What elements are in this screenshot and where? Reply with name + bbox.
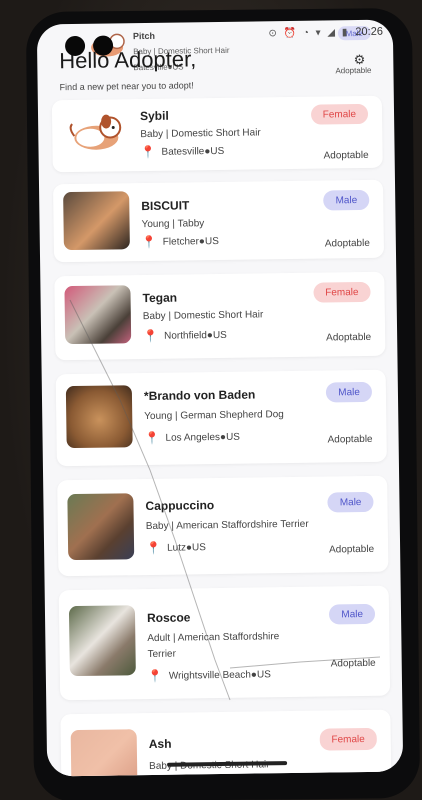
pet-name: *Brando von Baden [143, 387, 256, 404]
location-pin-icon: 📍 [140, 144, 156, 160]
list-item[interactable]: Sybil Baby | Domestic Short Hair 📍 Bates… [51, 95, 383, 173]
gender-badge: Female [310, 103, 369, 125]
location-pin-icon: 📍 [143, 328, 159, 344]
location-label: Northfield●US [164, 329, 227, 342]
pet-description: Adult | American Staffordshire [147, 631, 280, 645]
status-bar: ⊙ ⏰ ◔ ▾ ◢ ▮ 20:26 [268, 26, 383, 40]
pet-location: 📍 Wrightsville Beach●US [148, 667, 271, 683]
pet-name: Pitch [132, 30, 156, 42]
list-item[interactable]: Roscoe Adult | American Staffordshire Te… [58, 585, 391, 701]
app-screen: ⊙ ⏰ ◔ ▾ ◢ ▮ 20:26 Pitch Baby | Domestic … [36, 19, 404, 777]
front-camera-icon [64, 35, 86, 57]
page-subtitle: Find a new pet near you to adopt! [59, 80, 194, 93]
adoption-status: Adoptable [329, 543, 375, 556]
pet-location: 📍 Batesville●US [140, 144, 224, 159]
pet-name: Sybil [139, 108, 169, 124]
pet-name: BISCUIT [141, 198, 190, 214]
pet-photo [70, 729, 138, 777]
status-icons: ⊙ ⏰ ◔ ▾ ◢ ▮ [268, 26, 350, 39]
pet-location: 📍 Fletcher●US [142, 234, 219, 249]
gender-badge: Female [319, 727, 377, 751]
pet-description: Baby | Domestic Short Hair [140, 127, 261, 141]
pet-location: 📍 Los Angeles●US [144, 430, 240, 445]
gender-badge: Male [323, 189, 370, 211]
pet-description: Young | Tabby [141, 218, 205, 231]
pet-photo [65, 385, 133, 449]
location-label: Los Angeles●US [165, 431, 240, 444]
location-pin-icon: 📍 [145, 540, 162, 556]
adoption-status: Adoptable [323, 149, 369, 162]
list-item[interactable]: BISCUIT Young | Tabby 📍 Fletcher●US Male… [53, 179, 385, 263]
list-item[interactable]: *Brando von Baden Young | German Shepher… [55, 369, 387, 467]
location-pin-icon: 📍 [144, 430, 160, 446]
adoption-status: Adoptable [327, 433, 373, 446]
location-label: Batesville●US [161, 145, 225, 158]
cartoon-dog-icon [69, 114, 122, 150]
location-label: Fletcher●US [162, 235, 219, 248]
list-item[interactable]: Cappuccino Baby | American Staffordshire… [57, 475, 389, 577]
pet-photo [64, 285, 132, 345]
pet-description-continued: Terrier [147, 648, 176, 661]
settings-icon[interactable]: ⚙ [354, 52, 366, 68]
location-pin-icon: 📍 [141, 234, 157, 250]
gender-badge: Male [329, 603, 376, 625]
gender-badge: Female [313, 281, 371, 303]
list-item[interactable]: Ash Baby | Domestic Short Hair Female [60, 709, 392, 777]
pet-name: Ash [148, 736, 172, 752]
adoption-status: Adoptable [326, 331, 372, 344]
pet-description: Baby | American Staffordshire Terrier [145, 518, 309, 533]
pet-photo [68, 605, 136, 677]
pet-location: 📍 Northfield●US [143, 328, 227, 343]
location-label: Wrightsville Beach●US [168, 668, 271, 682]
pet-name: Tegan [142, 290, 178, 306]
pet-location: 📍 Lutz●US [146, 540, 206, 555]
pet-description: Baby | Domestic Short Hair [142, 309, 264, 323]
gender-badge: Male [327, 491, 374, 513]
pet-name: Cappuccino [145, 498, 215, 514]
pet-photo [61, 105, 129, 165]
adoption-status: Adoptable [324, 237, 370, 250]
clock: 20:26 [355, 25, 383, 39]
pet-description: Young | German Shepherd Dog [144, 409, 284, 423]
pet-name: Roscoe [146, 610, 191, 626]
location-label: Lutz●US [166, 541, 206, 554]
pet-photo [67, 493, 135, 561]
adoption-status: Adoptable [330, 657, 376, 670]
location-pin-icon: 📍 [147, 668, 163, 684]
gender-badge: Male [326, 381, 373, 403]
list-item[interactable]: Tegan Baby | Domestic Short Hair 📍 North… [54, 271, 386, 361]
pet-photo [63, 191, 130, 251]
